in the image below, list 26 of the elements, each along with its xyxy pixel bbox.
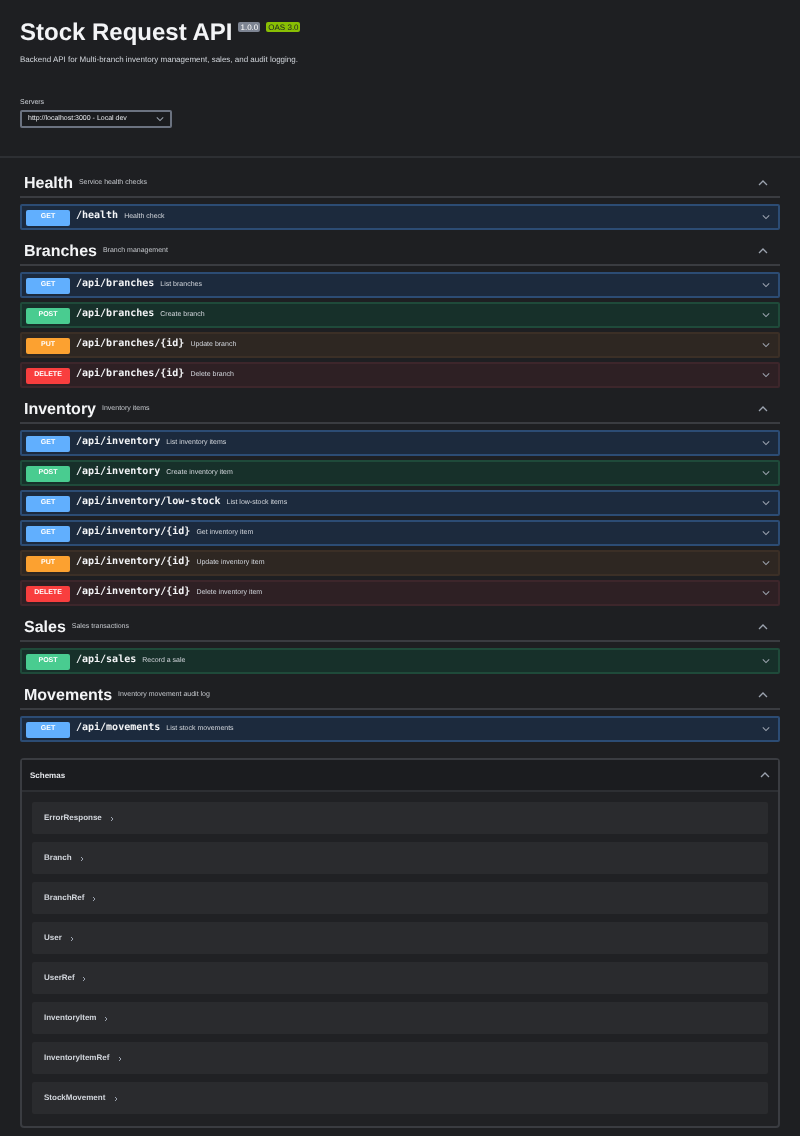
section-title: Movements — [24, 683, 113, 707]
expand-icon[interactable] — [762, 342, 770, 348]
expand-icon[interactable] — [762, 470, 770, 476]
section-title: Sales — [24, 615, 66, 639]
expand-icon[interactable] — [762, 726, 770, 732]
collapse-icon[interactable] — [758, 180, 768, 186]
expand-icon[interactable] — [762, 658, 770, 664]
expand-icon[interactable] — [762, 312, 770, 318]
section-title: Inventory — [24, 397, 97, 421]
section-title: Branches — [24, 239, 97, 263]
collapse-icon[interactable] — [758, 692, 768, 698]
expand-icon[interactable] — [762, 590, 770, 596]
collapse-icon[interactable] — [758, 624, 768, 630]
collapse-icon[interactable] — [760, 772, 770, 778]
expand-icon[interactable] — [762, 530, 770, 536]
collapse-icon[interactable] — [758, 406, 768, 412]
expand-icon[interactable] — [762, 500, 770, 506]
collapse-icon[interactable] — [758, 248, 768, 254]
expand-icon[interactable] — [762, 282, 770, 288]
expand-icon[interactable] — [762, 560, 770, 566]
section-title: Health — [24, 171, 73, 195]
caret-icon[interactable] — [156, 116, 164, 122]
expand-icon[interactable] — [762, 372, 770, 378]
expand-icon[interactable] — [762, 440, 770, 446]
api-title: Stock Request API — [20, 18, 233, 48]
expand-icon[interactable] — [762, 214, 770, 220]
